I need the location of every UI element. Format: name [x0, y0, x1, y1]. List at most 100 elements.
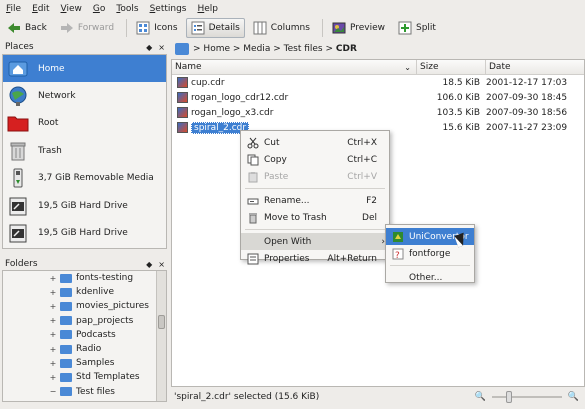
- menu-item-other[interactable]: Other...: [386, 269, 474, 286]
- menu-item-paste[interactable]: Paste Ctrl+V: [241, 168, 389, 185]
- crumb-separator: >: [193, 43, 201, 54]
- folder-row[interactable]: + kdenlive: [49, 285, 166, 299]
- folder-row[interactable]: + Radio: [49, 342, 166, 356]
- column-header-size[interactable]: Size: [417, 59, 486, 75]
- zoom-track[interactable]: [491, 391, 562, 403]
- menu-edit[interactable]: Edit: [32, 4, 49, 14]
- arrow-right-icon: [60, 23, 73, 33]
- menu-go[interactable]: Go: [93, 4, 106, 14]
- zoom-in-icon[interactable]: 🔍: [568, 392, 579, 402]
- expand-icon[interactable]: +: [49, 288, 57, 297]
- place-trash[interactable]: Trash: [3, 137, 166, 164]
- menu-file[interactable]: File: [6, 4, 21, 14]
- crumb-cdr[interactable]: CDR: [336, 44, 357, 54]
- close-icon[interactable]: ×: [158, 43, 165, 52]
- place-root[interactable]: Root: [3, 110, 166, 137]
- fontforge-icon: ?: [392, 248, 404, 260]
- split-icon: [398, 21, 412, 35]
- icons-view-button[interactable]: Icons: [131, 18, 183, 38]
- cdr-file-icon: [177, 107, 188, 118]
- file-size: 18.5 KiB: [442, 77, 480, 88]
- folder-icon: [60, 344, 72, 354]
- home-icon[interactable]: [175, 42, 189, 55]
- menubar: File Edit View Go Tools Settings Help: [0, 0, 585, 17]
- place-hard-drive-1[interactable]: 19,5 GiB Hard Drive: [3, 192, 166, 219]
- place-network[interactable]: Network: [3, 82, 166, 109]
- folder-row[interactable]: − Test files: [49, 385, 166, 399]
- hard-drive-icon: [9, 224, 27, 243]
- menu-separator: [390, 265, 470, 266]
- back-button[interactable]: Back: [2, 18, 52, 38]
- forward-button[interactable]: Forward: [55, 18, 119, 38]
- menu-item-move-to-trash[interactable]: Move to Trash Del: [241, 209, 389, 226]
- cdr-file-icon: [177, 92, 188, 103]
- expand-icon[interactable]: +: [49, 345, 57, 354]
- column-header-name[interactable]: Name ⌄: [172, 59, 417, 75]
- folder-icon: [60, 372, 72, 382]
- scrollbar-thumb[interactable]: [158, 315, 165, 329]
- crumb-media[interactable]: Media: [243, 44, 270, 54]
- folder-label: Std Templates: [76, 372, 140, 383]
- expand-icon[interactable]: +: [49, 373, 57, 382]
- folder-icon: [60, 316, 72, 326]
- table-row[interactable]: rogan_logo_x3.cdr 103.5 KiB 2007-09-30 1…: [172, 105, 584, 120]
- menu-item-fontforge[interactable]: ? fontforge: [386, 245, 474, 262]
- zoom-out-icon[interactable]: 🔍: [475, 392, 486, 402]
- columns-view-button[interactable]: Columns: [248, 18, 315, 38]
- columns-label: Columns: [270, 23, 310, 33]
- place-removable-media[interactable]: 3,7 GiB Removable Media: [3, 165, 166, 192]
- folder-row[interactable]: + Std Templates: [49, 370, 166, 384]
- folder-row[interactable]: + movies_pictures: [49, 299, 166, 313]
- collapse-icon[interactable]: −: [49, 387, 57, 396]
- table-row[interactable]: rogan_logo_cdr12.cdr 106.0 KiB 2007-09-3…: [172, 90, 584, 105]
- folder-row[interactable]: + fonts-testing: [49, 271, 166, 285]
- file-name: rogan_logo_x3.cdr: [191, 107, 274, 118]
- folder-row[interactable]: + Samples: [49, 356, 166, 370]
- menu-item-open-with[interactable]: Open With ›: [241, 233, 389, 250]
- float-icon[interactable]: ◆: [146, 260, 152, 269]
- menu-tools[interactable]: Tools: [116, 4, 138, 14]
- menu-settings[interactable]: Settings: [150, 4, 187, 14]
- usb-drive-icon: [13, 168, 23, 188]
- expand-icon[interactable]: +: [49, 302, 57, 311]
- toolbar-separator: [321, 19, 323, 37]
- zoom-slider[interactable]: 🔍 🔍: [475, 391, 579, 403]
- folder-row[interactable]: AI: [49, 399, 166, 402]
- menu-item-rename[interactable]: Rename... F2: [241, 192, 389, 209]
- preview-button[interactable]: Preview: [327, 18, 390, 38]
- split-button[interactable]: Split: [393, 18, 441, 38]
- menu-item-copy[interactable]: Copy Ctrl+C: [241, 151, 389, 168]
- menu-help[interactable]: Help: [197, 4, 218, 14]
- folder-label: kdenlive: [76, 287, 115, 298]
- expand-icon[interactable]: +: [49, 330, 57, 339]
- close-icon[interactable]: ×: [158, 260, 165, 269]
- crumb-separator: >: [325, 43, 334, 54]
- folder-row[interactable]: + pap_projects: [49, 314, 166, 328]
- float-icon[interactable]: ◆: [146, 43, 152, 52]
- expand-icon[interactable]: +: [49, 359, 57, 368]
- menu-view[interactable]: View: [61, 4, 82, 14]
- menu-item-properties[interactable]: Properties Alt+Return: [241, 250, 389, 267]
- zoom-knob[interactable]: [505, 391, 512, 403]
- crumb-test-files[interactable]: Test files: [284, 44, 323, 54]
- preview-icon: [332, 22, 346, 34]
- back-label: Back: [25, 23, 47, 33]
- folders-title: Folders: [5, 259, 38, 269]
- home-icon: [8, 61, 28, 77]
- folder-label: Podcasts: [76, 329, 116, 340]
- place-home[interactable]: Home: [3, 55, 166, 83]
- root-folder-icon: [7, 116, 29, 132]
- expand-icon[interactable]: +: [49, 274, 57, 283]
- place-hard-drive-2[interactable]: 19,5 GiB Hard Drive: [3, 219, 166, 246]
- column-header-date[interactable]: Date: [486, 60, 584, 75]
- details-view-button[interactable]: Details: [185, 18, 245, 38]
- context-menu: Cut Ctrl+X Copy Ctrl+C Paste Ctrl+V Rename.…: [240, 130, 390, 264]
- folders-scrollbar[interactable]: [156, 271, 166, 401]
- folder-row[interactable]: + Podcasts: [49, 328, 166, 342]
- cdr-file-icon: [177, 77, 188, 88]
- folder-icon: [60, 330, 72, 340]
- menu-item-cut[interactable]: Cut Ctrl+X: [241, 134, 389, 151]
- expand-icon[interactable]: +: [49, 316, 57, 325]
- crumb-home[interactable]: Home: [203, 44, 230, 54]
- table-row[interactable]: cup.cdr 18.5 KiB 2001-12-17 17:03: [172, 75, 584, 90]
